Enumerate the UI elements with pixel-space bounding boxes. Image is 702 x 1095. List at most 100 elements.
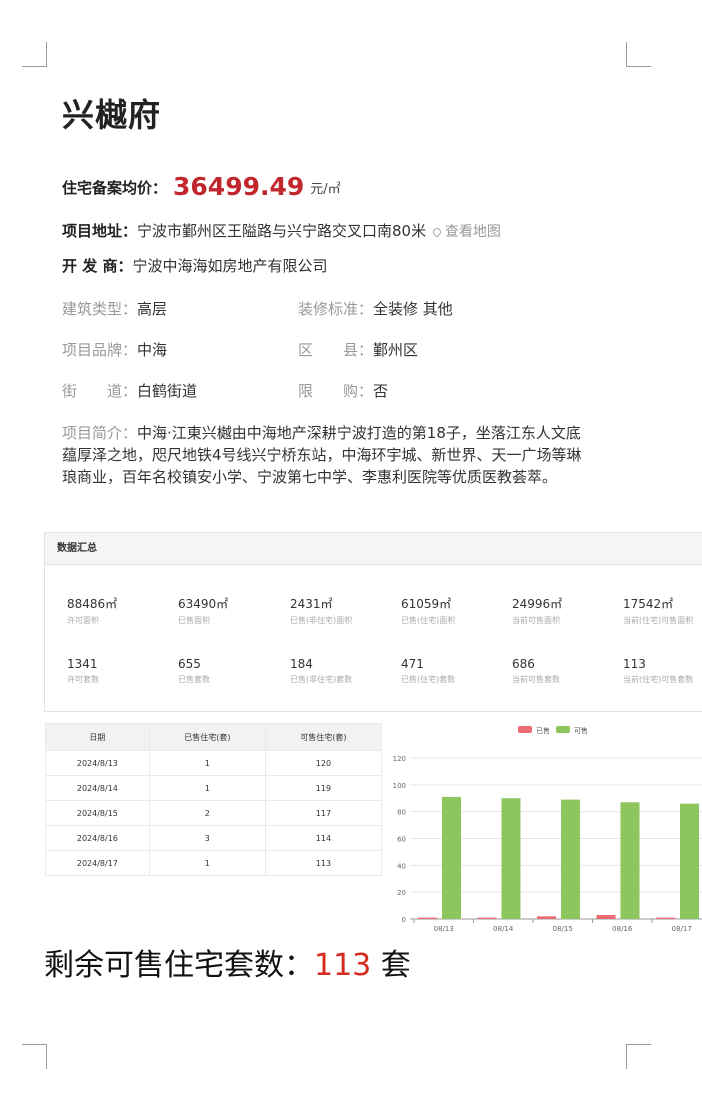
stat-value: 2431㎡: [290, 597, 333, 611]
address-line: 项目地址：宁波市鄞州区王隘路与兴宁路交叉口南80米 查看地图: [62, 220, 501, 241]
legend-label: 可售: [574, 726, 588, 735]
stat-item: 184 已售(非住宅)套数: [290, 657, 400, 685]
project-intro: 项目简介：中海·江東兴樾由中海地产深耕宁波打造的第18子，坐落江东人文底蕴厚泽之…: [62, 422, 582, 488]
view-map-link[interactable]: 查看地图: [431, 222, 501, 240]
bar-sold: [596, 914, 616, 919]
attr-label: 项目品牌：: [62, 341, 138, 359]
view-map-label: 查看地图: [444, 224, 501, 240]
table-header-available: 可售住宅(套): [264, 723, 383, 751]
attr-street: 街 道：白鹤街道: [62, 380, 197, 401]
attr-label: 区 县：: [298, 341, 374, 359]
developer-value: 宁波中海海如房地产有限公司: [132, 257, 328, 275]
attr-value: 鄞州区: [373, 341, 419, 359]
developer-line: 开 发 商：宁波中海海如房地产有限公司: [62, 255, 327, 276]
x-tick-label: 08/15: [553, 925, 573, 933]
remaining-unit: 套: [371, 948, 411, 983]
table-cell: 119: [264, 775, 383, 801]
crop-mark-top-left: [22, 42, 47, 67]
data-summary-panel: 数据汇总 88486㎡ 许可面积 63490㎡ 已售面积 2431㎡ 已售(非住宅)面积 6…: [44, 532, 702, 712]
table-cell: 1: [148, 775, 266, 801]
table-cell: 113: [264, 850, 383, 876]
bar-available: [680, 803, 699, 919]
attr-label: 街 道：: [62, 382, 138, 400]
attr-label: 建筑类型：: [62, 300, 138, 318]
table-cell: 117: [264, 800, 383, 826]
table-cell: 2: [148, 800, 266, 826]
stat-item: 17542㎡当前(住宅)可售面积: [623, 595, 702, 626]
legend-swatch: [556, 726, 570, 733]
attr-district: 区 县：鄞州区: [298, 339, 418, 360]
stat-label: 已售面积: [178, 616, 210, 625]
stat-label: 已售(非住宅)面积: [290, 616, 353, 625]
bar-available: [501, 798, 521, 919]
legend-swatch: [518, 726, 532, 733]
crop-mark-top-right: [626, 42, 651, 67]
remaining-value: 113: [314, 948, 372, 983]
bar-sold: [418, 917, 437, 919]
stat-item: 655 已售套数: [178, 657, 288, 685]
bar-available: [442, 796, 461, 919]
table-cell: 1: [148, 750, 266, 776]
stat-value: 686: [512, 657, 535, 671]
intro-label: 项目简介：: [62, 424, 138, 442]
table-row: 2024/8/17 1 113: [45, 850, 383, 876]
stat-item: 61059㎡ 已售(住宅)面积: [401, 595, 511, 626]
table-cell: 2024/8/13: [45, 750, 150, 776]
attr-value: 全装修 其他: [373, 300, 453, 318]
address-label: 项目地址：: [62, 222, 138, 240]
attr-value: 白鹤街道: [137, 382, 198, 400]
table-cell: 1: [148, 850, 266, 876]
stat-label: 当前(住宅)可售面积: [623, 616, 694, 625]
price-unit: 元/㎡: [310, 182, 341, 197]
attr-label: 装修标准：: [298, 300, 374, 318]
y-tick-label: 40: [397, 862, 406, 870]
location-pin-icon: [431, 226, 443, 238]
stat-item: 1341 许可套数: [67, 657, 177, 685]
stat-value: 471: [401, 657, 424, 671]
sales-bar-chart: 已售 可售 0 20 40 60 80 100 120 08/13 08/14 08/15 08/16 0…: [393, 726, 702, 933]
attr-label: 限 购：: [298, 382, 374, 400]
x-tick-label: 08/13: [434, 925, 454, 933]
crop-mark-bottom-left: [22, 1044, 47, 1069]
stat-item: 24996㎡ 当前可售面积: [512, 595, 622, 626]
stat-value: 88486㎡: [67, 597, 118, 611]
price-line: 住宅备案均价： 36499.49 元/㎡: [62, 172, 341, 201]
y-tick-label: 20: [397, 889, 406, 897]
address-value: 宁波市鄞州区王隘路与兴宁路交叉口南80米: [137, 222, 427, 240]
table-header-row: 日期 已售住宅(套) 可售住宅(套): [45, 723, 383, 751]
stat-item: 471 已售(住宅)套数: [401, 657, 511, 685]
bar-sold: [477, 917, 497, 919]
y-tick-label: 0: [402, 916, 406, 924]
crop-mark-bottom-right: [626, 1044, 651, 1069]
table-header-date: 日期: [45, 723, 150, 751]
table-cell: 2024/8/14: [45, 775, 150, 801]
table-cell: 114: [264, 825, 383, 851]
y-tick-label: 60: [397, 836, 406, 844]
stat-item: 88486㎡许可面积: [67, 595, 177, 626]
table-cell: 3: [148, 825, 266, 851]
attr-purchase-limit: 限 购：否: [298, 380, 388, 401]
stat-label: 已售(住宅)套数: [401, 675, 456, 684]
stat-item: 113 当前(住宅)可售套数: [623, 657, 702, 685]
bar-available: [620, 802, 640, 919]
attr-brand: 项目品牌：中海: [62, 339, 167, 360]
stat-value: 1341: [67, 657, 98, 671]
stat-value: 655: [178, 657, 201, 671]
stat-item: 2431㎡已售(非住宅)面积: [290, 595, 400, 626]
data-summary-title: 数据汇总: [45, 533, 702, 565]
developer-label: 开 发 商：: [62, 257, 133, 275]
price-label: 住宅备案均价：: [62, 179, 168, 197]
stat-label: 当前可售面积: [512, 616, 560, 625]
attr-value: 中海: [137, 341, 168, 359]
stat-value: 17542㎡: [623, 597, 674, 611]
attr-building-type: 建筑类型：高层: [62, 298, 167, 319]
stat-label: 许可面积: [67, 616, 99, 625]
attr-value: 否: [373, 382, 389, 400]
stat-value: 184: [290, 657, 313, 671]
bar-sold: [656, 917, 675, 919]
stat-label: 许可套数: [67, 675, 99, 684]
y-tick-label: 80: [397, 809, 406, 817]
y-tick-label: 100: [393, 782, 406, 790]
remaining-label: 剩余可售住宅套数：: [44, 948, 314, 983]
stat-item: 686 当前可售套数: [512, 657, 622, 685]
